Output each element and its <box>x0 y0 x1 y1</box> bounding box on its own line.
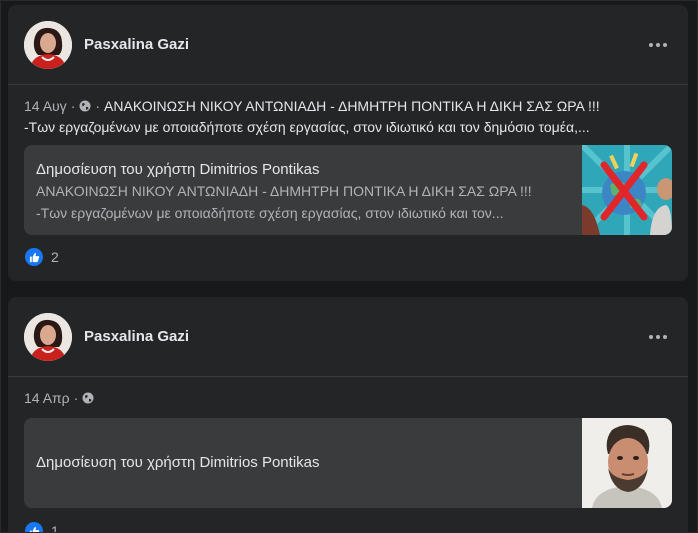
reactions-bar[interactable]: 1 <box>25 522 59 532</box>
post-card: Pasxalina Gazi 14 Απρ · Δημοσίευση του χ… <box>8 297 688 532</box>
reactions-bar[interactable]: 2 <box>25 248 59 266</box>
shared-post-line: ΑΝΑΚΟΙΝΩΣΗ ΝΙΚΟΥ ΑΝΤΩΝΙΑΔΗ - ΔΗΜΗΤΡΗ ΠΟΝ… <box>36 183 532 199</box>
shared-post-title: Δημοσίευση του χρήστη Dimitrios Pontikas <box>36 454 320 471</box>
post-meta: 14 Αυγ · · ΑΝΑΚΟΙΝΩΣΗ ΝΙΚΟΥ ΑΝΤΩΝΙΑΔΗ - … <box>24 98 672 114</box>
thumbnail-image[interactable] <box>582 145 672 235</box>
meta-separator: · <box>70 98 76 114</box>
avatar[interactable] <box>24 21 72 69</box>
like-count[interactable]: 1 <box>51 523 59 532</box>
divider <box>8 376 688 377</box>
like-icon <box>25 522 43 532</box>
more-options-icon[interactable] <box>646 33 670 57</box>
shared-post-preview[interactable]: Δημοσίευση του χρήστη Dimitrios Pontikas <box>24 418 672 508</box>
post-date[interactable]: 14 Απρ <box>24 390 70 406</box>
post-body: -Των εργαζομένων με οποιαδήποτε σχέση ερ… <box>24 119 590 135</box>
post-header: Pasxalina Gazi <box>8 297 688 375</box>
divider <box>8 84 688 85</box>
more-options-icon[interactable] <box>646 325 670 349</box>
shared-post-text: Δημοσίευση του χρήστη Dimitrios Pontikas… <box>36 145 576 235</box>
shared-post-preview[interactable]: Δημοσίευση του χρήστη Dimitrios Pontikas… <box>24 145 672 235</box>
author-name[interactable]: Pasxalina Gazi <box>84 328 189 345</box>
meta-separator: · <box>73 390 79 406</box>
like-icon <box>25 248 43 266</box>
globe-icon <box>82 392 94 404</box>
post-header: Pasxalina Gazi <box>8 5 688 83</box>
avatar[interactable] <box>24 313 72 361</box>
post-meta: 14 Απρ · <box>24 390 672 406</box>
post-card: Pasxalina Gazi 14 Αυγ · · ΑΝΑΚΟΙΝΩΣΗ ΝΙΚ… <box>8 5 688 281</box>
author-name[interactable]: Pasxalina Gazi <box>84 36 189 53</box>
shared-post-title: Δημοσίευση του χρήστη Dimitrios Pontikas <box>36 161 320 178</box>
post-headline: ΑΝΑΚΟΙΝΩΣΗ ΝΙΚΟΥ ΑΝΤΩΝΙΑΔΗ - ΔΗΜΗΤΡΗ ΠΟΝ… <box>104 98 600 114</box>
thumbnail-image[interactable] <box>582 418 672 508</box>
feed: Pasxalina Gazi 14 Αυγ · · ΑΝΑΚΟΙΝΩΣΗ ΝΙΚ… <box>0 0 698 533</box>
like-count[interactable]: 2 <box>51 249 59 265</box>
meta-separator: · <box>95 98 101 114</box>
globe-icon <box>79 100 91 112</box>
shared-post-text: Δημοσίευση του χρήστη Dimitrios Pontikas <box>36 418 576 508</box>
post-date[interactable]: 14 Αυγ <box>24 98 67 114</box>
shared-post-line: -Των εργαζομένων με οποιαδήποτε σχέση ερ… <box>36 205 504 221</box>
